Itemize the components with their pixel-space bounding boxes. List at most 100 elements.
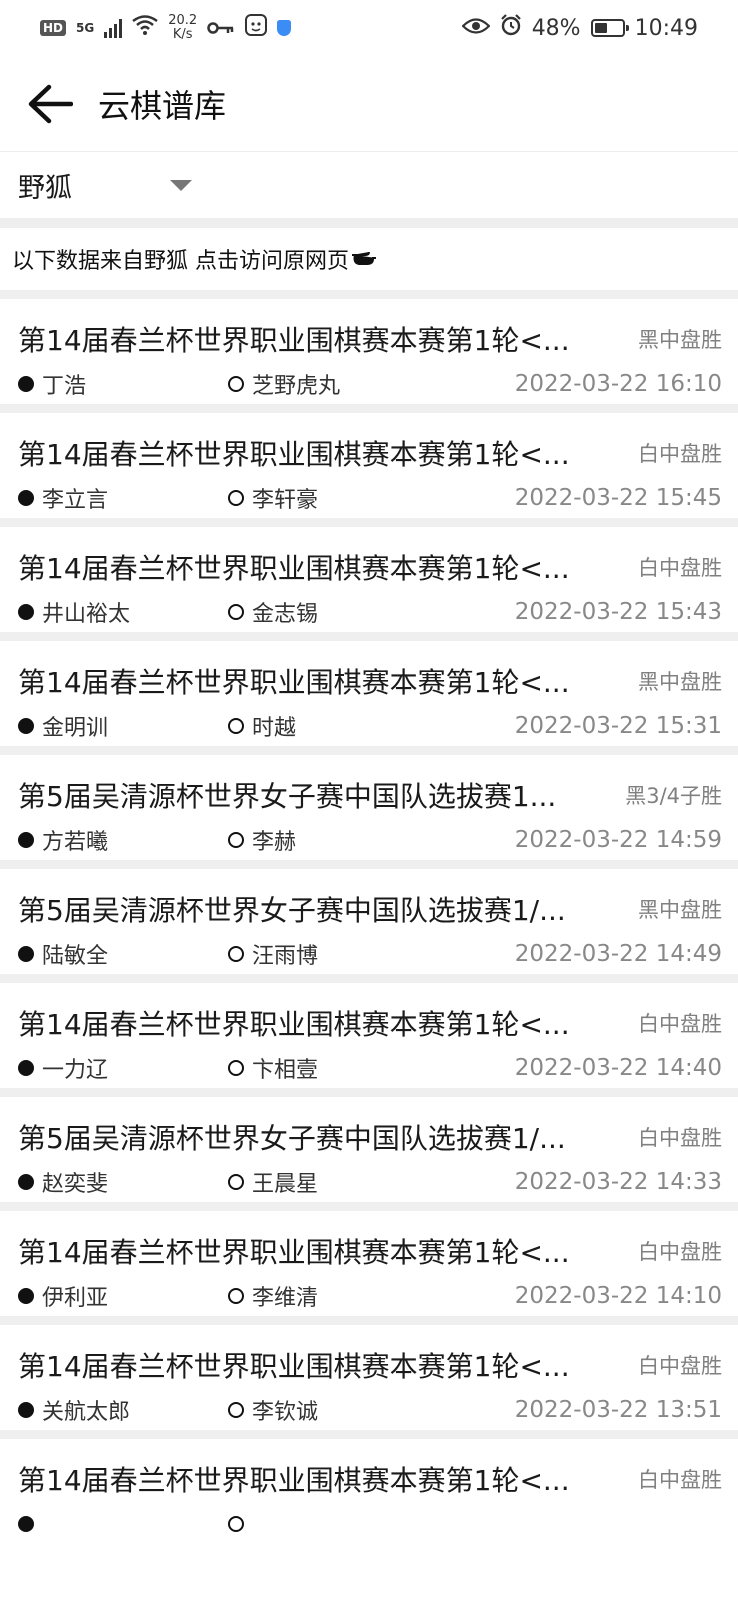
white-player-name: 李钦诚 (252, 1400, 319, 1425)
white-stone-icon (228, 718, 244, 734)
arrow-left-icon (28, 84, 73, 123)
app-bar: 云棋谱库 (0, 56, 738, 152)
white-stone-icon (228, 832, 244, 848)
black-player: 陆敏全 (18, 938, 228, 970)
black-player: 赵奕斐 (18, 1166, 228, 1198)
status-left: HD 5G 20.2 K/s (40, 14, 292, 42)
game-row-header: 第14届春兰杯世界职业围棋赛本赛第1轮<... 白中盘胜 (18, 545, 722, 589)
battery-percent: 48% (531, 15, 581, 41)
source-link[interactable]: 以下数据来自野狐 点击访问原网页 (0, 228, 738, 290)
game-result: 黑中盘胜 (638, 328, 722, 352)
white-player-name: 李赫 (252, 830, 297, 855)
black-stone-icon (18, 1060, 34, 1076)
game-list-item[interactable]: 第14届春兰杯世界职业围棋赛本赛第1轮<... 白中盘胜 李立言 李轩豪 202… (0, 404, 738, 518)
game-date: 2022-03-22 15:31 (514, 713, 722, 739)
network-speed: 20.2 K/s (168, 14, 197, 42)
black-player: 李立言 (18, 482, 228, 514)
game-date: 2022-03-22 14:10 (514, 1283, 722, 1309)
game-result: 黑中盘胜 (638, 898, 722, 922)
white-stone-icon (228, 376, 244, 392)
game-list-item[interactable]: 第14届春兰杯世界职业围棋赛本赛第1轮<... 黑中盘胜 金明训 时越 2022… (0, 632, 738, 746)
game-list-item[interactable]: 第14届春兰杯世界职业围棋赛本赛第1轮<... 黑中盘胜 丁浩 芝野虎丸 202… (0, 290, 738, 404)
black-stone-icon (18, 376, 34, 392)
black-player-name: 金明训 (42, 716, 109, 741)
white-stone-icon (228, 604, 244, 620)
game-row-header: 第14届春兰杯世界职业围棋赛本赛第1轮<... 白中盘胜 (18, 1343, 722, 1387)
game-row-header: 第5届吴清源杯世界女子赛中国队选拔赛1/... 白中盘胜 (18, 1115, 722, 1159)
game-row-details: 丁浩 芝野虎丸 2022-03-22 16:10 (18, 365, 722, 403)
black-player-name: 陆敏全 (42, 944, 109, 969)
game-list-item[interactable]: 第14届春兰杯世界职业围棋赛本赛第1轮<... 白中盘胜 关航太郎 李钦诚 20… (0, 1316, 738, 1430)
game-date: 2022-03-22 14:49 (514, 941, 722, 967)
white-player-name: 李轩豪 (252, 488, 319, 513)
game-list-item[interactable]: 第14届春兰杯世界职业围棋赛本赛第1轮<... 白中盘胜 (0, 1430, 738, 1544)
game-list-item[interactable]: 第14届春兰杯世界职业围棋赛本赛第1轮<... 白中盘胜 井山裕太 金志锡 20… (0, 518, 738, 632)
white-player-name: 卞相壹 (252, 1058, 319, 1083)
black-stone-icon (18, 832, 34, 848)
game-title: 第14届春兰杯世界职业围棋赛本赛第1轮<... (18, 1464, 570, 1497)
black-stone-icon (18, 490, 34, 506)
game-result: 黑中盘胜 (638, 670, 722, 694)
battery-icon (590, 19, 629, 37)
black-player-name: 关航太郎 (42, 1400, 131, 1425)
black-player: 一力辽 (18, 1052, 228, 1084)
white-player-name: 王晨星 (252, 1172, 319, 1197)
white-player-name: 芝野虎丸 (252, 374, 341, 399)
game-title: 第14届春兰杯世界职业围棋赛本赛第1轮<... (18, 1350, 570, 1383)
game-row-details: 关航太郎 李钦诚 2022-03-22 13:51 (18, 1391, 722, 1429)
source-dropdown[interactable]: 野狐 (18, 166, 198, 205)
back-button[interactable] (26, 80, 74, 128)
status-right: 48% 10:49 (461, 14, 698, 42)
black-player-name: 赵奕斐 (42, 1172, 109, 1197)
game-date: 2022-03-22 13:51 (514, 1397, 722, 1423)
black-player: 丁浩 (18, 368, 228, 400)
app-notification-icon (245, 14, 268, 42)
game-title: 第14届春兰杯世界职业围棋赛本赛第1轮<... (18, 1008, 570, 1041)
status-bar: HD 5G 20.2 K/s 48% 10:49 (0, 0, 738, 56)
game-row-details (18, 1505, 722, 1543)
game-title: 第14届春兰杯世界职业围棋赛本赛第1轮<... (18, 324, 570, 357)
black-stone-icon (18, 718, 34, 734)
game-date: 2022-03-22 14:59 (514, 827, 722, 853)
game-date: 2022-03-22 15:45 (514, 485, 722, 511)
white-player: 李赫 (228, 824, 515, 856)
game-result: 白中盘胜 (638, 556, 722, 580)
shield-icon (277, 20, 292, 36)
white-player-name: 时越 (252, 716, 297, 741)
game-list-item[interactable]: 第5届吴清源杯世界女子赛中国队选拔赛1/... 白中盘胜 赵奕斐 王晨星 202… (0, 1088, 738, 1202)
game-date: 2022-03-22 16:10 (514, 371, 722, 397)
black-stone-icon (18, 604, 34, 620)
black-player-name: 李立言 (42, 488, 109, 513)
white-player (228, 1516, 722, 1532)
black-player: 方若曦 (18, 824, 228, 856)
game-row-header: 第5届吴清源杯世界女子赛中国队选拔赛1... 黑3/4子胜 (18, 773, 722, 817)
game-result: 白中盘胜 (638, 1354, 722, 1378)
white-player: 王晨星 (228, 1166, 515, 1198)
game-title: 第14届春兰杯世界职业围棋赛本赛第1轮<... (18, 1236, 570, 1269)
game-row-details: 赵奕斐 王晨星 2022-03-22 14:33 (18, 1163, 722, 1201)
divider (0, 218, 738, 228)
game-title: 第5届吴清源杯世界女子赛中国队选拔赛1... (18, 780, 557, 813)
white-player: 李钦诚 (228, 1394, 515, 1426)
wifi-icon (132, 15, 158, 41)
game-list-item[interactable]: 第5届吴清源杯世界女子赛中国队选拔赛1/... 黑中盘胜 陆敏全 汪雨博 202… (0, 860, 738, 974)
white-stone-icon (228, 1174, 244, 1190)
game-list-item[interactable]: 第14届春兰杯世界职业围棋赛本赛第1轮<... 白中盘胜 伊利亚 李维清 202… (0, 1202, 738, 1316)
caret-down-icon (170, 179, 192, 191)
game-list-item[interactable]: 第14届春兰杯世界职业围棋赛本赛第1轮<... 白中盘胜 一力辽 卞相壹 202… (0, 974, 738, 1088)
page-title: 云棋谱库 (98, 86, 227, 125)
game-row-details: 一力辽 卞相壹 2022-03-22 14:40 (18, 1049, 722, 1087)
game-title: 第5届吴清源杯世界女子赛中国队选拔赛1/... (18, 1122, 566, 1155)
black-player-name: 方若曦 (42, 830, 109, 855)
white-player: 卞相壹 (228, 1052, 515, 1084)
game-row-details: 金明训 时越 2022-03-22 15:31 (18, 707, 722, 745)
game-result: 白中盘胜 (638, 442, 722, 466)
game-list-item[interactable]: 第5届吴清源杯世界女子赛中国队选拔赛1... 黑3/4子胜 方若曦 李赫 202… (0, 746, 738, 860)
white-stone-icon (228, 1402, 244, 1418)
white-player-name: 汪雨博 (252, 944, 319, 969)
white-player-name: 金志锡 (252, 602, 319, 627)
white-player-name: 李维清 (252, 1286, 319, 1311)
speed-value: 20.2 (168, 13, 198, 28)
black-player: 关航太郎 (18, 1394, 228, 1426)
white-stone-icon (228, 1516, 244, 1532)
